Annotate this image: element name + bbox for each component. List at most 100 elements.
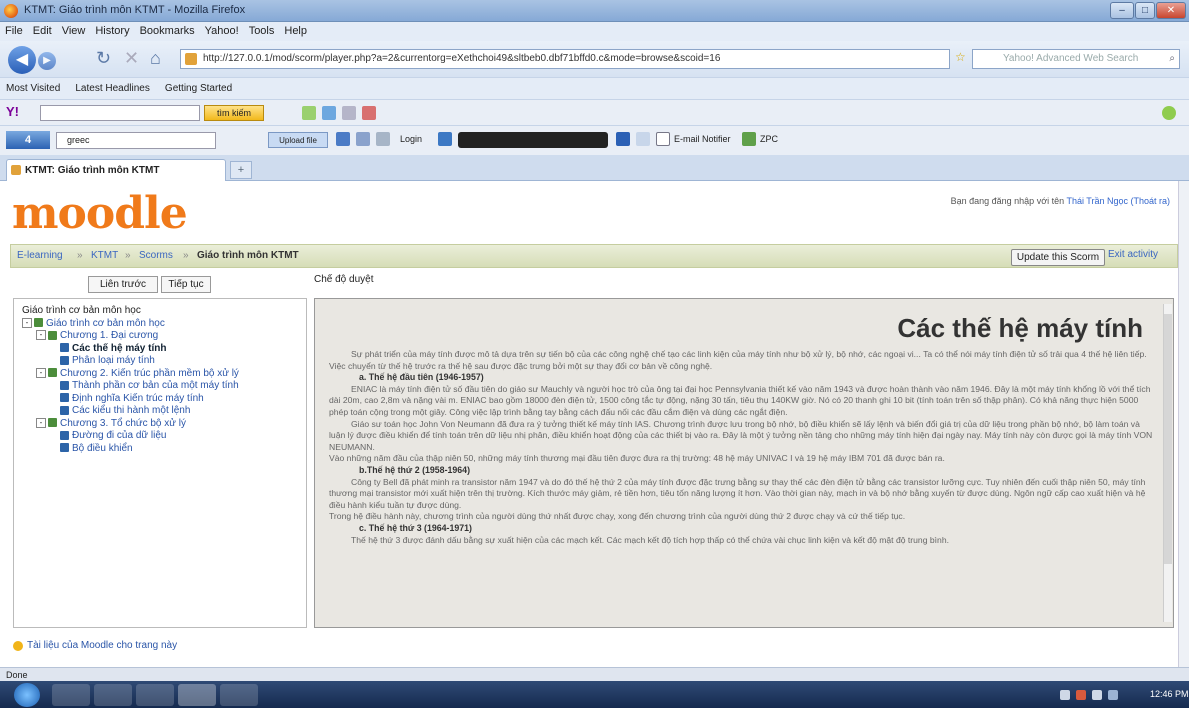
new-tab-button[interactable]: +	[230, 161, 252, 179]
bookmark-getting-started[interactable]: Getting Started	[159, 78, 238, 94]
toc-item[interactable]: Đường đi của dữ liệu	[22, 430, 306, 443]
start-button-icon[interactable]	[14, 683, 40, 707]
menu-history[interactable]: History	[90, 22, 134, 37]
tray-flag-icon[interactable]	[1108, 690, 1118, 700]
sco-page-icon	[60, 443, 69, 453]
bookmark-star-icon[interactable]: ☆	[955, 50, 966, 64]
email-notifier-label[interactable]: E-mail Notifier	[674, 134, 731, 144]
upload-file-button[interactable]: Upload file	[268, 132, 328, 148]
toc-collapse-icon[interactable]: -	[22, 317, 32, 328]
addon-search-input[interactable]: greec	[56, 132, 216, 149]
menu-edit[interactable]: Edit	[28, 22, 57, 37]
docs-link-text: Tài liệu của Moodle cho trang này	[27, 640, 178, 651]
update-scorm-button[interactable]: Update this Scorm	[1011, 249, 1105, 266]
bookmark-most-visited[interactable]: Most Visited	[0, 78, 66, 94]
toolbar-page-icon[interactable]	[636, 132, 650, 146]
search-box[interactable]: Yahoo! Advanced Web Search ⌕	[972, 49, 1180, 69]
login-link[interactable]: Login	[400, 134, 422, 144]
toolbar-photo-icon[interactable]	[336, 132, 350, 146]
media-player-widget[interactable]	[458, 132, 608, 148]
toc-item-label[interactable]: Giáo trình cơ bản môn học	[46, 318, 165, 329]
back-button[interactable]: ◀	[8, 46, 36, 74]
close-window-button[interactable]: ✕	[1156, 2, 1186, 19]
toolbar-tools-icon[interactable]	[376, 132, 390, 146]
menu-bookmarks[interactable]: Bookmarks	[135, 22, 200, 37]
toc-item-label[interactable]: Các thế hệ máy tính	[72, 343, 166, 354]
toolbar-status-icon[interactable]	[1162, 106, 1176, 120]
taskbar-media-icon[interactable]	[136, 684, 174, 706]
toolbar-app-icon[interactable]	[302, 106, 316, 120]
toc-item[interactable]: - Giáo trình cơ bản môn học	[22, 318, 306, 331]
zpc-icon[interactable]	[742, 132, 756, 146]
toc-item-label[interactable]: Thành phần cơ bản của một máy tính	[72, 380, 239, 391]
minimize-button[interactable]: –	[1110, 2, 1134, 19]
moodle-logo[interactable]: moodle	[12, 188, 188, 239]
taskbar-explorer-icon[interactable]	[94, 684, 132, 706]
toc-item-label[interactable]: Định nghĩa Kiến trúc máy tính	[72, 393, 204, 404]
page-scrollbar[interactable]	[1178, 181, 1189, 667]
toc-item-label[interactable]: Các kiểu thi hành một lệnh	[72, 405, 190, 416]
toolbar-grid-icon[interactable]	[438, 132, 452, 146]
toc-item[interactable]: Bộ điều khiển	[22, 443, 306, 456]
toc-item-label[interactable]: Phân loại máy tính	[72, 355, 155, 366]
taskbar-ie-icon[interactable]	[52, 684, 90, 706]
toc-item-label[interactable]: Chương 2. Kiến trúc phần mềm bộ xử lý	[60, 368, 239, 379]
tray-network-icon[interactable]	[1060, 690, 1070, 700]
toc-item[interactable]: - Chương 1. Đại cương	[22, 330, 306, 343]
toolbar-alert-icon[interactable]	[362, 106, 376, 120]
toc-item[interactable]: Định nghĩa Kiến trúc máy tính	[22, 393, 306, 406]
tab-ktmt[interactable]: KTMT: Giáo trình môn KTMT	[6, 159, 226, 181]
taskbar-firefox-icon[interactable]	[178, 684, 216, 706]
previous-button[interactable]: Liên trước	[88, 276, 158, 293]
toolbar-disk-icon[interactable]	[616, 132, 630, 146]
toolbar-chart-icon[interactable]	[356, 132, 370, 146]
url-bar[interactable]: http://127.0.0.1/mod/scorm/player.php?a=…	[180, 49, 950, 69]
toc-item[interactable]: Phân loại máy tính	[22, 355, 306, 368]
content-scroll-thumb[interactable]	[1164, 314, 1172, 564]
breadcrumb-scorms[interactable]: Scorms	[139, 250, 173, 261]
toc-item-label[interactable]: Chương 3. Tổ chức bộ xử lý	[60, 418, 186, 429]
toolbar-news-icon[interactable]	[342, 106, 356, 120]
menu-view[interactable]: View	[57, 22, 91, 37]
toc-collapse-icon[interactable]: -	[36, 330, 46, 341]
toc-item[interactable]: Thành phần cơ bản của một máy tính	[22, 380, 306, 393]
toc-item-label[interactable]: Bộ điều khiển	[72, 443, 133, 454]
email-notifier-icon[interactable]	[656, 132, 670, 146]
login-info: Bạn đang đăng nhập với tên Thái Trần Ngọ…	[840, 196, 1170, 206]
search-icon[interactable]: ⌕	[1169, 50, 1175, 68]
sco-page-icon	[60, 405, 69, 415]
exit-activity-link[interactable]: Exit activity	[1108, 249, 1158, 260]
reload-icon[interactable]: ↻	[96, 48, 111, 68]
toc-item[interactable]: - Chương 2. Kiến trúc phần mềm bộ xử lý	[22, 368, 306, 381]
tray-alert-icon[interactable]	[1076, 690, 1086, 700]
yahoo-search-input[interactable]	[40, 105, 200, 121]
toc-collapse-icon[interactable]: -	[36, 367, 46, 378]
breadcrumb-elearning[interactable]: E-learning	[17, 250, 63, 261]
toc-item[interactable]: - Chương 3. Tổ chức bộ xử lý	[22, 418, 306, 431]
toc-collapse-icon[interactable]: -	[36, 417, 46, 428]
yahoo-search-button[interactable]: tìm kiếm	[204, 105, 264, 121]
menu-yahoo[interactable]: Yahoo!	[200, 22, 244, 37]
tray-volume-icon[interactable]	[1092, 690, 1102, 700]
toolbar-mail-icon[interactable]	[322, 106, 336, 120]
stop-icon[interactable]: ✕	[124, 48, 139, 68]
taskbar-app-icon[interactable]	[220, 684, 258, 706]
toc-item[interactable]: Các kiểu thi hành một lệnh	[22, 405, 306, 418]
content-scrollbar[interactable]	[1163, 304, 1172, 622]
toc-item-label[interactable]: Chương 1. Đại cương	[60, 330, 158, 341]
home-icon[interactable]: ⌂	[150, 48, 161, 68]
zpc-label[interactable]: ZPC	[760, 134, 778, 144]
next-button[interactable]: Tiếp tục	[161, 276, 211, 293]
toc-item-label[interactable]: Đường đi của dữ liệu	[72, 430, 166, 441]
toc-item[interactable]: Các thế hệ máy tính	[22, 343, 306, 356]
menu-tools[interactable]: Tools	[244, 22, 280, 37]
menu-help[interactable]: Help	[279, 22, 312, 37]
menu-file[interactable]: File	[0, 22, 28, 37]
forward-button[interactable]: ▶	[38, 52, 56, 70]
login-user-link[interactable]: Thái Trần Ngọc (Thoát ra)	[1066, 196, 1170, 206]
breadcrumb-ktmt[interactable]: KTMT	[91, 250, 118, 261]
moodle-docs-link[interactable]: Tài liệu của Moodle cho trang này	[13, 640, 177, 651]
bookmark-latest-headlines[interactable]: Latest Headlines	[69, 78, 156, 94]
maximize-button[interactable]: □	[1135, 2, 1155, 19]
content-title: Các thế hệ máy tính	[897, 313, 1143, 343]
